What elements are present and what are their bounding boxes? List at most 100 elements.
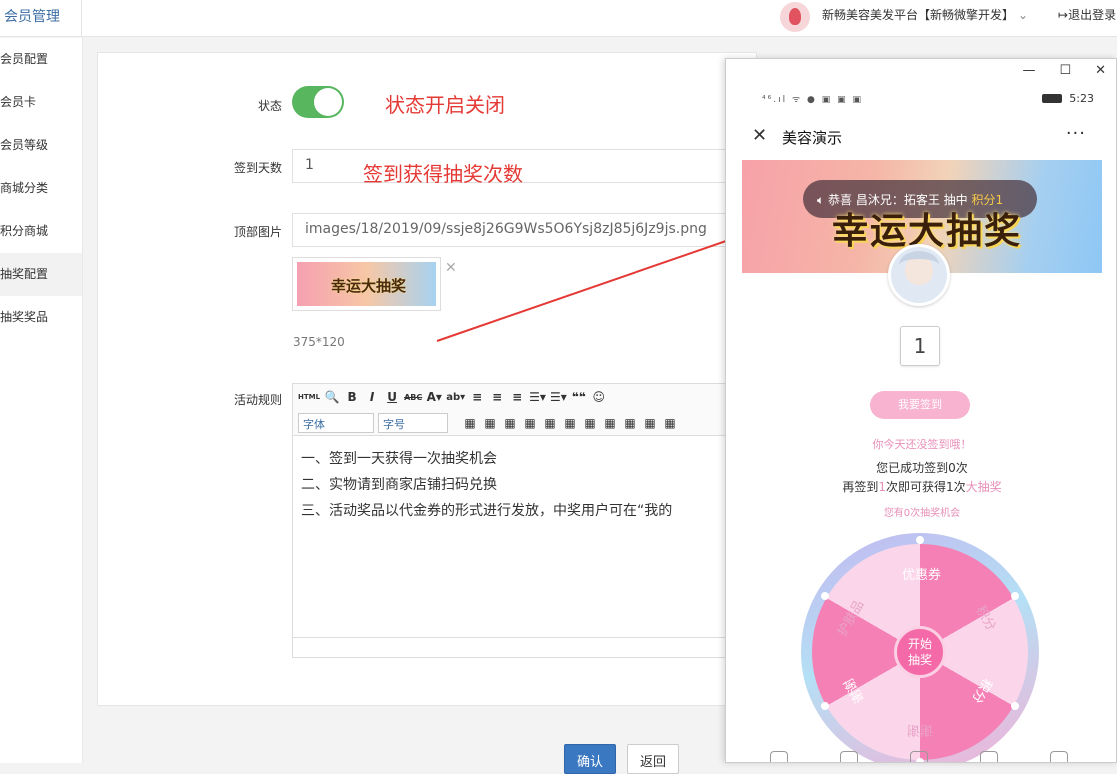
top-bar: 会员管理 新畅美容美发平台【新畅微擎开发】 ⌄ ↦退出登录 xyxy=(0,0,1117,37)
phone-preview-window: — ☐ ✕ ⁴⁶.ıl ᯤ ● ▣ ▣ ▣ 5:23 ✕ 美容演示 ··· 🔈︎… xyxy=(725,58,1117,763)
prize-thanks-2: 谢谢 xyxy=(841,675,868,706)
image-size-hint: 375*120 xyxy=(293,335,345,349)
status-annotation: 状态开启关闭 xyxy=(385,93,505,117)
logout-icon: ↦ xyxy=(1058,8,1069,22)
split-cols-icon[interactable]: ▦ xyxy=(642,416,658,430)
bold-button[interactable]: B xyxy=(344,390,360,404)
logout-label: 退出登录 xyxy=(1068,8,1117,22)
sidebar-item-member-config[interactable]: 会员配置 xyxy=(0,38,82,81)
wheel-dot xyxy=(916,536,924,544)
split-cells-icon[interactable]: ▦ xyxy=(602,416,618,430)
org-switcher[interactable]: 新畅美容美发平台【新畅微擎开发】 ⌄ xyxy=(822,6,1028,23)
wheel-dot xyxy=(1011,592,1019,600)
editor-content[interactable]: 一、签到一天获得一次抽奖机会 二、实物请到商家店铺扫码兑换 三、活动奖品以代金券… xyxy=(301,446,672,524)
phone-nav-bar: ✕ 美容演示 ··· xyxy=(742,119,1102,155)
align-right-button[interactable]: ≡ xyxy=(509,390,525,404)
font-family-select[interactable]: 字体 xyxy=(298,412,374,433)
phone-tab-bar xyxy=(742,749,1102,762)
split-rows-icon[interactable]: ▦ xyxy=(622,416,638,430)
start-lottery-button[interactable]: 开始 抽奖 xyxy=(894,626,946,678)
signin-button[interactable]: 我要签到 xyxy=(870,391,970,419)
logout-link[interactable]: ↦退出登录 xyxy=(1058,6,1116,23)
banner-thumbnail-image: 幸运大抽奖 xyxy=(297,262,436,306)
font-color-button[interactable]: A▾ xyxy=(426,390,442,404)
chevron-down-icon: ⌄ xyxy=(1018,8,1029,22)
profile-icon[interactable] xyxy=(1050,751,1068,762)
close-icon[interactable]: ✕ xyxy=(752,125,767,146)
maximize-icon[interactable]: ☐ xyxy=(1059,63,1071,78)
message-icon[interactable] xyxy=(910,751,928,762)
more-icon[interactable]: ··· xyxy=(1066,123,1086,144)
sidebar-item-member-card[interactable]: 会员卡 xyxy=(0,81,82,124)
sidebar-item-shop-category[interactable]: 商城分类 xyxy=(0,167,82,210)
unordered-list-button[interactable]: ☰▾ xyxy=(550,390,567,404)
prize-thanks-1: 谢谢 xyxy=(907,722,934,737)
emoji-icon[interactable]: ☺ xyxy=(591,390,607,404)
window-controls: — ☐ ✕ xyxy=(1022,63,1106,78)
minimize-icon[interactable]: — xyxy=(1022,63,1035,78)
top-image-label: 顶部图片 xyxy=(233,225,282,239)
top-image-input[interactable]: images/18/2019/09/ssje8j26G9Ws5O6Ysj8zJ8… xyxy=(292,213,732,247)
sidebar-item-points-mall[interactable]: 积分商城 xyxy=(0,210,82,253)
delete-table-icon[interactable]: ▦ xyxy=(662,416,678,430)
confirm-button[interactable]: 确认 xyxy=(564,744,617,774)
home-icon[interactable] xyxy=(770,751,788,762)
signin-count: 1 xyxy=(900,326,940,366)
underline-button[interactable]: U xyxy=(384,390,400,404)
rule-line-3: 三、活动奖品以代金券的形式进行发放，中奖用户可在“我的 xyxy=(301,503,673,519)
html-source-button[interactable]: HTML xyxy=(298,393,320,401)
wheel-sectors: 优惠券 积分 积分 谢谢 谢谢 护肤品 开始 抽奖 xyxy=(812,536,1028,762)
not-signed-tip: 你今天还没签到哦！ xyxy=(872,438,972,451)
again-num: 1 xyxy=(878,480,886,494)
blockquote-button[interactable]: ❝❝ xyxy=(571,390,587,404)
search-icon[interactable]: 🔍 xyxy=(324,390,340,404)
lottery-wheel: 优惠券 积分 积分 谢谢 谢谢 护肤品 开始 抽奖 xyxy=(801,533,1039,762)
signin-days-annotation: 签到获得抽奖次数 xyxy=(363,162,523,186)
app-brand[interactable]: 会员管理 xyxy=(0,0,82,37)
signed-days-text: 您已成功签到0次 xyxy=(876,461,968,475)
prize-points-1: 积分 xyxy=(972,603,999,634)
again-prefix: 再签到 xyxy=(842,480,879,494)
font-size-select[interactable]: 字号 xyxy=(378,412,448,433)
signin-days-label: 签到天数 xyxy=(233,161,282,175)
sidebar-item-lottery-config[interactable]: 抽奖配置 xyxy=(0,253,82,296)
status-time: 5:23 xyxy=(1069,92,1094,105)
sidebar-item-lottery-prizes[interactable]: 抽奖奖品 xyxy=(0,296,82,339)
italic-button[interactable]: I xyxy=(364,390,380,404)
rich-text-editor[interactable]: HTML 🔍 B I U ABC A▾ ab▾ ≡ ≡ ≡ ☰▾ ☰▾ ❝❝ ☺… xyxy=(292,383,733,658)
back-button[interactable]: 返回 xyxy=(627,744,680,774)
highlight-button[interactable]: ab▾ xyxy=(446,392,465,403)
phone-page-title: 美容演示 xyxy=(782,129,843,147)
org-logo-icon xyxy=(780,2,810,32)
table-props-icon[interactable]: ▦ xyxy=(482,416,498,430)
align-center-button[interactable]: ≡ xyxy=(489,390,505,404)
sidebar: 会员配置 会员卡 会员等级 商城分类 积分商城 抽奖配置 抽奖奖品 xyxy=(0,38,83,763)
remove-image-icon[interactable]: ✕ xyxy=(445,260,457,276)
start-label-1: 开始 xyxy=(907,637,932,651)
insert-row-icon[interactable]: ▦ xyxy=(502,416,518,430)
prize-coupon: 优惠券 xyxy=(902,568,942,583)
speaker-icon: 🔈︎ xyxy=(817,193,829,207)
wheel-dot xyxy=(821,592,829,600)
align-left-button[interactable]: ≡ xyxy=(469,390,485,404)
sidebar-item-member-level[interactable]: 会员等级 xyxy=(0,124,82,167)
ordered-list-button[interactable]: ☰▾ xyxy=(529,390,546,404)
wheel-dot xyxy=(821,702,829,710)
status-toggle[interactable] xyxy=(292,86,344,118)
rules-label: 活动规则 xyxy=(233,393,282,407)
clock-icon[interactable] xyxy=(980,751,998,762)
category-icon[interactable] xyxy=(840,751,858,762)
merge-cells-icon[interactable]: ▦ xyxy=(582,416,598,430)
strikethrough-button[interactable]: ABC xyxy=(404,393,422,402)
status-label: 状态 xyxy=(257,99,282,113)
delete-row-icon[interactable]: ▦ xyxy=(522,416,538,430)
thumbnail-text: 幸运大抽奖 xyxy=(331,277,407,295)
chances-text: 您有0次抽奖机会 xyxy=(883,508,961,519)
close-window-icon[interactable]: ✕ xyxy=(1095,63,1106,78)
lottery-page: 🔈︎ 恭喜 昌沐兄：拓客王 抽中 积分1 幸运大抽奖 1 我要签到 你今天还没签… xyxy=(742,160,1102,762)
delete-col-icon[interactable]: ▦ xyxy=(562,416,578,430)
insert-col-icon[interactable]: ▦ xyxy=(542,416,558,430)
table-icon[interactable]: ▦ xyxy=(462,416,478,430)
battery-icon xyxy=(1042,94,1062,103)
wheel-dot xyxy=(1011,702,1019,710)
